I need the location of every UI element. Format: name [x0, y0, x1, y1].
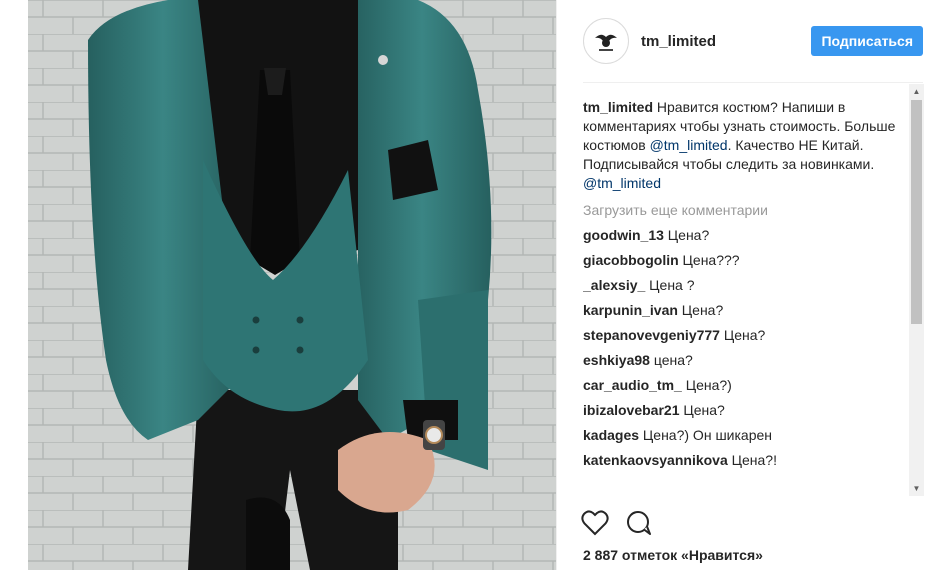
- post-side-panel: tm_limited Подписаться tm_limited Нравит…: [556, 0, 944, 570]
- post-caption: tm_limited Нравится костюм? Напиши в ком…: [583, 98, 905, 193]
- post-photo[interactable]: [28, 0, 556, 570]
- arrow-down-icon[interactable]: ▼: [909, 481, 924, 496]
- comment-item: kadages Цена?) Он шикарен: [583, 426, 905, 445]
- caption-mention[interactable]: @tm_limited: [583, 175, 661, 191]
- comment-text: Цена?: [677, 302, 724, 318]
- comment-item: katenkaovsyannikova Цена?!: [583, 451, 905, 470]
- post-actions: [581, 510, 653, 540]
- arrow-up-icon[interactable]: ▲: [909, 84, 924, 99]
- comment-author[interactable]: giacobbogolin: [583, 252, 679, 268]
- comment-text: Цена?: [719, 327, 766, 343]
- comment-text: Цена ?: [645, 277, 695, 293]
- comment-author[interactable]: goodwin_13: [583, 227, 664, 243]
- follow-button[interactable]: Подписаться: [811, 26, 923, 56]
- like-button[interactable]: [581, 510, 609, 540]
- likes-count[interactable]: 2 887 отметок «Нравится»: [583, 547, 763, 563]
- comment-item: goodwin_13 Цена?: [583, 226, 905, 245]
- comment-text: Цена?: [663, 227, 710, 243]
- comment-item: ibizalovebar21 Цена?: [583, 401, 905, 420]
- comment-item: karpunin_ivan Цена?: [583, 301, 905, 320]
- comment-author[interactable]: karpunin_ivan: [583, 302, 678, 318]
- caption-author[interactable]: tm_limited: [583, 99, 653, 115]
- load-more-comments[interactable]: Загрузить еще комментарии: [583, 201, 905, 220]
- comments-scrollbar[interactable]: ▲ ▼: [909, 84, 924, 496]
- comment-item: car_audio_tm_ Цена?): [583, 376, 905, 395]
- comment-text: Цена?) Он шикарен: [639, 427, 773, 443]
- tm-limited-logo-icon: [595, 34, 617, 51]
- comment-item: stepanovevgeniy777 Цена?: [583, 326, 905, 345]
- comment-button[interactable]: [625, 510, 653, 540]
- post-author-username[interactable]: tm_limited: [641, 33, 716, 50]
- comment-text: Цена???: [678, 252, 740, 268]
- comment-text: Цена?!: [727, 452, 777, 468]
- comment-author[interactable]: eshkiya98: [583, 352, 650, 368]
- comment-author[interactable]: katenkaovsyannikova: [583, 452, 728, 468]
- comment-author[interactable]: _alexsiy_: [583, 277, 645, 293]
- suit-photo-image: [28, 0, 556, 570]
- comment-author[interactable]: car_audio_tm_: [583, 377, 682, 393]
- comment-author[interactable]: kadages: [583, 427, 639, 443]
- avatar[interactable]: [583, 18, 629, 64]
- header-divider: [583, 82, 923, 83]
- page-margin: [0, 0, 28, 570]
- post-header: tm_limited Подписаться: [583, 16, 923, 66]
- comments-list[interactable]: tm_limited Нравится костюм? Напиши в ком…: [583, 94, 905, 498]
- comment-text: цена?: [649, 352, 693, 368]
- caption-mention[interactable]: @tm_limited: [650, 137, 728, 153]
- comment-text: Цена?): [681, 377, 732, 393]
- comment-item: giacobbogolin Цена???: [583, 251, 905, 270]
- comment-item: _alexsiy_ Цена ?: [583, 276, 905, 295]
- comment-author[interactable]: ibizalovebar21: [583, 402, 680, 418]
- comment-icon: [627, 511, 651, 535]
- comment-text: Цена?: [679, 402, 725, 418]
- scrollbar-thumb[interactable]: [911, 100, 922, 324]
- comment-author[interactable]: stepanovevgeniy777: [583, 327, 720, 343]
- heart-icon: [581, 510, 609, 536]
- comment-item: eshkiya98 цена?: [583, 351, 905, 370]
